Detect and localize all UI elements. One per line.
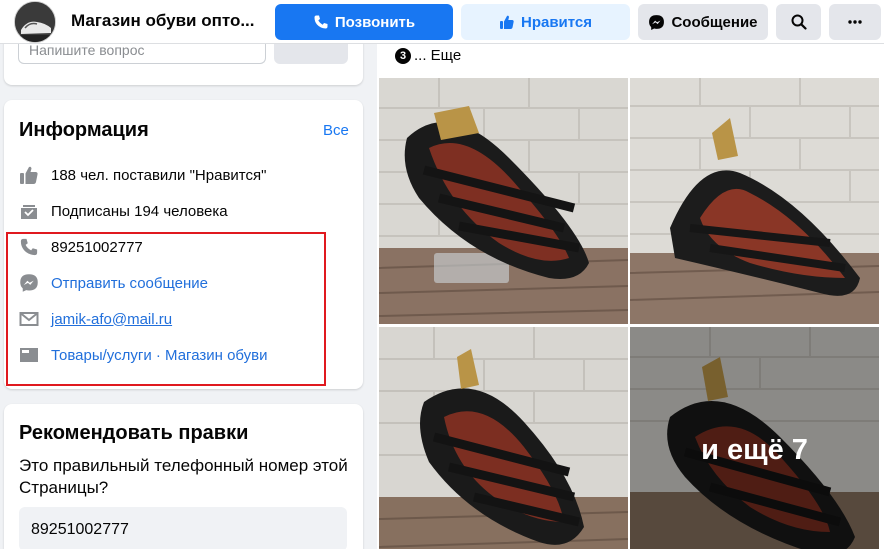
email-row: jamik-afo@mail.ru [19,307,172,331]
caption-badge: 3 [395,47,411,64]
more-options-button[interactable] [829,4,881,40]
more-dots-icon [848,20,862,24]
more-photos-label: и ещё 7 [630,327,879,549]
followers-icon [19,201,39,221]
sandal-photo[interactable] [379,78,628,324]
like-button-label: Нравится [520,13,593,31]
message-button-label: Сообщение [671,13,758,31]
info-card: Информация Все 188 чел. поставили "Нрави… [4,100,363,389]
category-icon [19,345,39,365]
followers-count: Подписаны 194 человека [51,202,228,220]
likes-row: 188 чел. поставили "Нравится" [19,163,266,187]
send-message-row: Отправить сообщение [19,271,208,295]
sandal-photo[interactable] [630,78,879,324]
thumbs-up-icon [19,165,39,185]
search-button[interactable] [776,4,821,40]
recommend-phone-field[interactable]: 89251002777 [19,507,347,549]
followers-row: Подписаны 194 человека [19,199,228,223]
recommend-title: Рекомендовать правки [19,422,249,444]
photo-caption: 3 ... Еще [395,47,461,64]
like-button[interactable]: Нравится [461,4,630,40]
recommend-question: Это правильный телефонный номер этой Стр… [19,456,348,497]
info-title: Информация [19,119,149,141]
search-icon [791,14,807,30]
category-separator: · [151,346,166,364]
recommend-edits-card: Рекомендовать правки Это правильный теле… [4,404,363,549]
page-header: Магазин обуви опто... Позвонить Нравится… [0,0,884,44]
send-message-link[interactable]: Отправить сообщение [51,275,208,292]
page-title: Магазин обуви опто... [71,11,255,30]
envelope-icon [19,309,39,329]
sandal-photo[interactable] [379,327,628,549]
phone-icon [314,15,328,29]
info-see-all-link[interactable]: Все [323,122,349,139]
more-photos-tile[interactable]: и ещё 7 [630,327,879,549]
phone-row: 89251002777 [19,235,143,259]
messenger-icon [649,14,665,30]
page-avatar[interactable] [14,1,56,43]
call-button[interactable]: Позвонить [275,4,453,40]
email-link[interactable]: jamik-afo@mail.ru [51,311,172,328]
likes-count: 188 чел. поставили "Нравится" [51,166,267,184]
call-button-label: Позвонить [334,13,416,31]
category-row: Товары/услуги · Магазин обуви [19,343,268,367]
category-link-shoe-store[interactable]: Магазин обуви [165,347,267,364]
phone-number[interactable]: 89251002777 [51,239,143,256]
caption-more-link[interactable]: ... Еще [414,47,461,64]
message-button[interactable]: Сообщение [638,4,768,40]
thumbs-up-icon [499,15,514,29]
phone-icon [19,237,39,257]
category-link-goods[interactable]: Товары/услуги [51,347,152,364]
messenger-icon [19,273,39,293]
